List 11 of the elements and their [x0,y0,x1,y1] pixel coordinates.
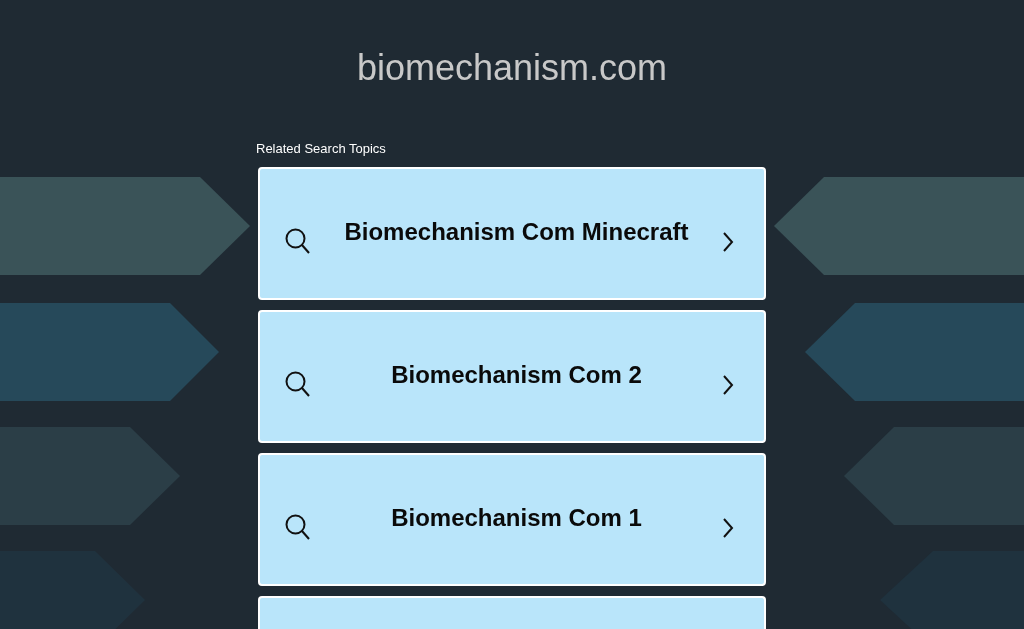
section-heading: Related Search Topics [256,141,387,157]
search-topic-link[interactable]: Biomechanism Com 2 [258,310,766,443]
chevron-right-icon [722,374,734,395]
search-icon [285,371,311,398]
search-icon [285,514,311,541]
chevron-right-icon [722,231,734,252]
search-topic-link[interactable]: Biomechanism Com 1 [258,453,766,586]
chevron-right-icon [722,517,734,538]
search-topic-link[interactable]: Biomechanism Com Minecraft [258,167,766,300]
search-icon [285,228,311,255]
site-title: biomechanism.com [356,47,668,88]
